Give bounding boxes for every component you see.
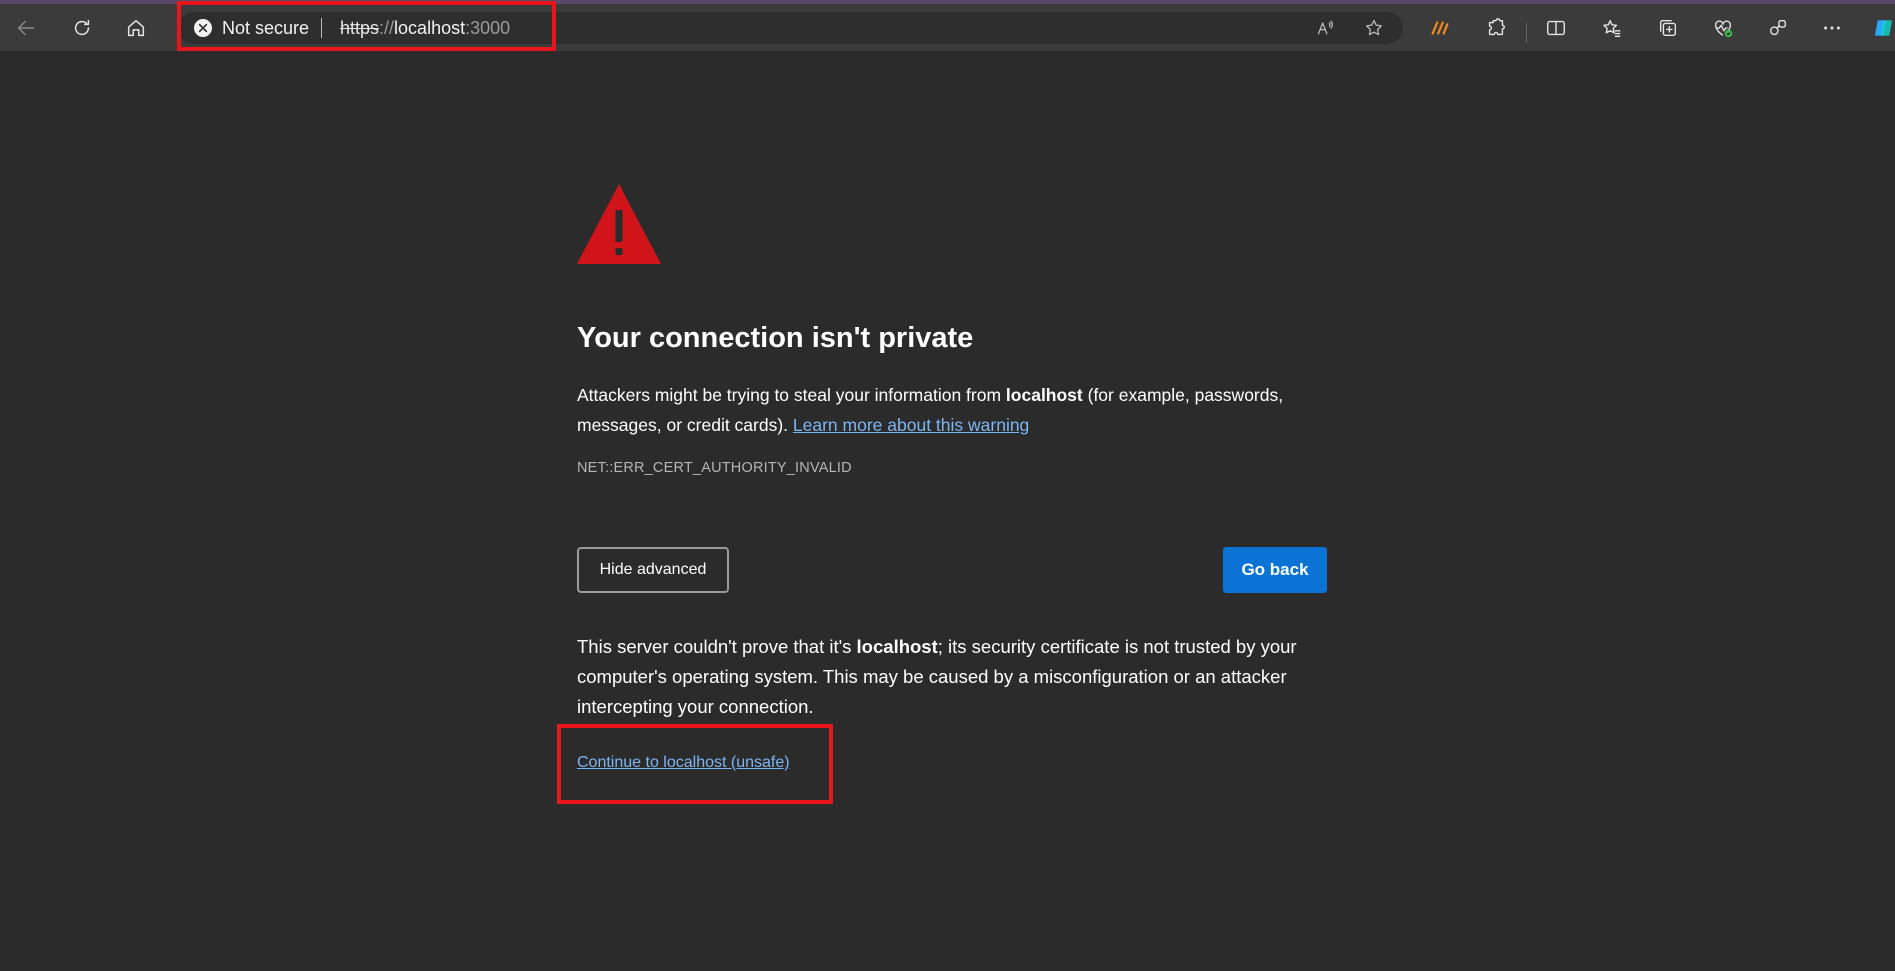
url-scheme-separator: :// bbox=[379, 18, 395, 38]
more-icon bbox=[1824, 26, 1840, 30]
error-code: NET::ERR_CERT_AUTHORITY_INVALID bbox=[577, 460, 852, 476]
address-separator bbox=[321, 18, 322, 38]
page-title: Your connection isn't private bbox=[577, 322, 974, 354]
continue-unsafe-link[interactable]: Continue to localhost (unsafe) bbox=[577, 754, 790, 772]
favorite-star-icon bbox=[1366, 19, 1382, 36]
refresh-icon bbox=[74, 19, 90, 36]
address-bar[interactable]: Not secure https://localhost:3000 bbox=[178, 12, 1403, 44]
warning-description: Attackers might be trying to steal your … bbox=[577, 380, 1327, 440]
desc-host: localhost bbox=[1005, 385, 1083, 405]
collections-button[interactable] bbox=[1652, 12, 1684, 44]
url-text[interactable]: https://localhost:3000 bbox=[340, 12, 510, 44]
refresh-button[interactable] bbox=[66, 12, 98, 44]
learn-more-link[interactable]: Learn more about this warning bbox=[793, 415, 1029, 435]
extensions-puzzle-icon bbox=[1488, 18, 1505, 36]
browser-essentials-button[interactable] bbox=[1707, 12, 1739, 44]
desc-text-1: Attackers might be trying to steal your … bbox=[577, 385, 1006, 405]
toolbar-divider bbox=[1526, 23, 1527, 43]
go-back-button[interactable]: Go back bbox=[1223, 547, 1327, 593]
warning-triangle-icon bbox=[577, 184, 661, 264]
browser-toolbar: Not secure https://localhost:3000 bbox=[0, 4, 1895, 51]
read-aloud-icon bbox=[1317, 20, 1333, 35]
add-favorite-button[interactable] bbox=[1358, 12, 1390, 44]
not-secure-icon bbox=[194, 19, 212, 37]
collections-icon bbox=[1659, 19, 1677, 37]
home-icon bbox=[127, 19, 145, 37]
copilot-button[interactable] bbox=[1866, 12, 1895, 44]
advanced-details-text: This server couldn't prove that it's loc… bbox=[577, 632, 1327, 722]
site-security-indicator[interactable]: Not secure bbox=[194, 12, 309, 44]
back-button[interactable] bbox=[10, 12, 42, 44]
extensions-button[interactable] bbox=[1480, 12, 1512, 44]
favorites-button[interactable] bbox=[1596, 12, 1628, 44]
favorites-icon bbox=[1603, 19, 1621, 37]
share-icon bbox=[1769, 19, 1787, 36]
not-secure-label: Not secure bbox=[222, 17, 310, 38]
url-port: :3000 bbox=[465, 18, 511, 38]
split-screen-button[interactable] bbox=[1540, 12, 1572, 44]
url-host: localhost bbox=[394, 18, 466, 38]
browser-essentials-icon bbox=[1714, 20, 1733, 38]
hide-advanced-button[interactable]: Hide advanced bbox=[577, 547, 729, 593]
details-text-1: This server couldn't prove that it's bbox=[577, 636, 857, 657]
more-button[interactable] bbox=[1816, 12, 1848, 44]
details-host: localhost bbox=[856, 636, 938, 657]
split-screen-icon bbox=[1547, 20, 1565, 36]
read-aloud-button[interactable] bbox=[1310, 12, 1342, 44]
home-button[interactable] bbox=[120, 12, 152, 44]
extension-app-icon bbox=[1431, 21, 1449, 35]
back-icon bbox=[17, 20, 35, 36]
extension-app-button[interactable] bbox=[1424, 12, 1456, 44]
share-button[interactable] bbox=[1762, 12, 1794, 44]
url-scheme: https bbox=[340, 18, 380, 38]
copilot-icon bbox=[1874, 20, 1893, 36]
